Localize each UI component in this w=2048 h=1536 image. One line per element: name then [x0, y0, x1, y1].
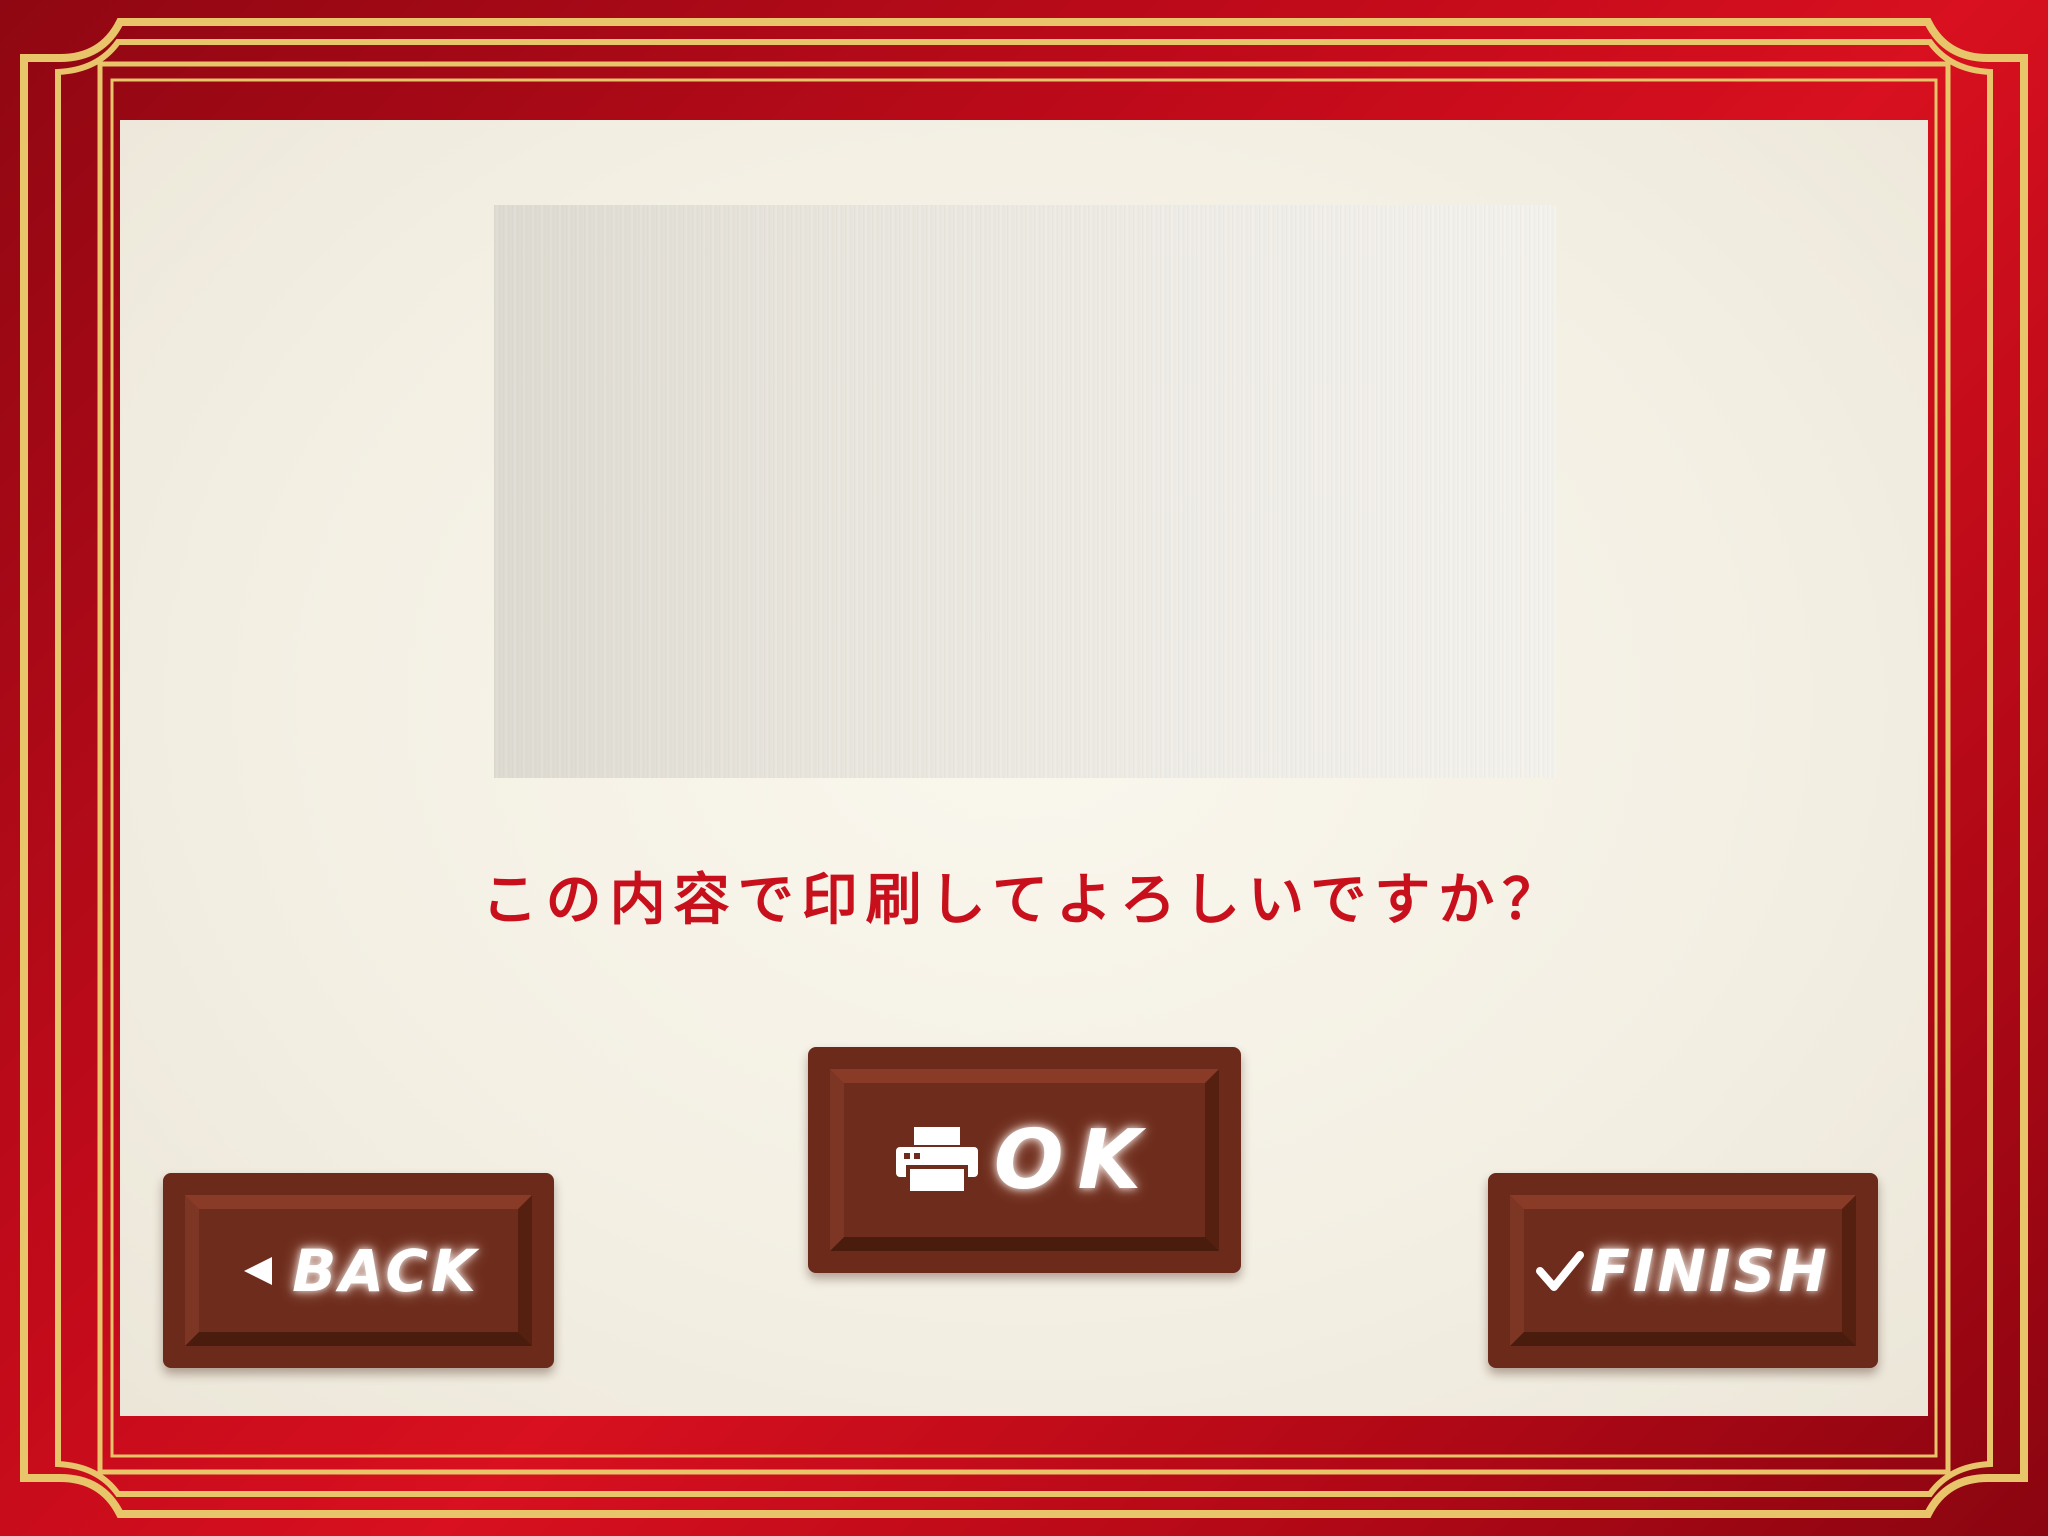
- triangle-left-icon: [238, 1251, 278, 1291]
- ok-print-button[interactable]: OK: [808, 1047, 1241, 1273]
- back-button-label: BACK: [292, 1236, 479, 1305]
- finish-button-label: FINISH: [1590, 1236, 1830, 1305]
- confirmation-question: この内容で印刷してよろしいですか？: [481, 868, 1567, 933]
- ok-button-label: OK: [993, 1112, 1156, 1208]
- printer-icon: [894, 1125, 980, 1195]
- checkmark-icon: [1536, 1249, 1585, 1293]
- back-button[interactable]: BACK: [163, 1173, 554, 1368]
- print-preview-area: [494, 205, 1556, 778]
- finish-button[interactable]: FINISH: [1488, 1173, 1878, 1368]
